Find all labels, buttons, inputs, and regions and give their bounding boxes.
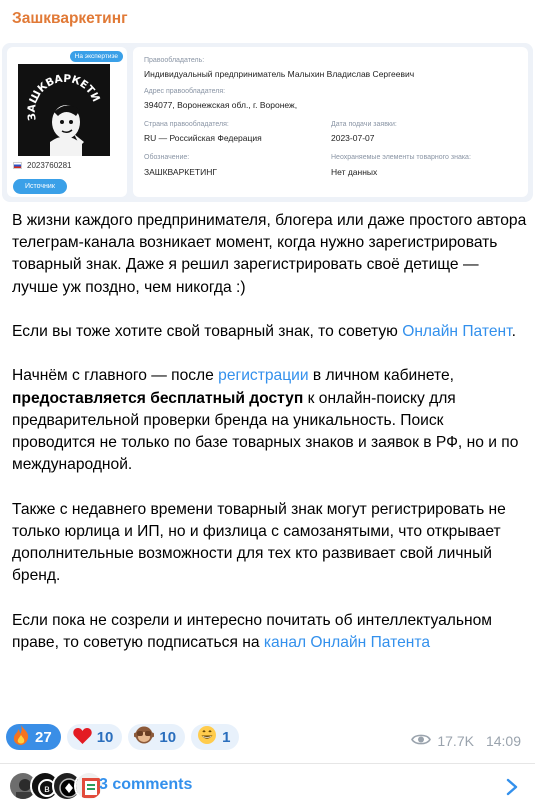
paragraph-4: Также с недавнего времени товарный знак …: [12, 500, 506, 585]
owner-value: Индивидуальный предприниматель Малыхин В…: [144, 69, 415, 79]
russian-flag-icon: [13, 162, 22, 169]
country-value: RU — Российская Федерация: [144, 133, 262, 143]
country-label: Страна правообладателя:: [144, 121, 229, 128]
unprotected-label: Неохраняемые элементы товарного знака:: [331, 154, 471, 161]
chevron-right-icon[interactable]: [505, 778, 519, 796]
designation-value: ЗАШКВАРКЕТИНГ: [144, 167, 217, 177]
filing-date-value: 2023-07-07: [331, 133, 375, 143]
reactions-bar: 27 10 10 1: [6, 724, 240, 750]
registration-link[interactable]: регистрации: [218, 367, 308, 384]
reaction-heart[interactable]: 10: [66, 724, 123, 750]
paragraph-5: Если пока не созрели и интересно почитат…: [12, 611, 493, 651]
fire-icon: [12, 725, 30, 749]
see-no-evil-monkey-icon: [133, 725, 155, 749]
heart-icon: [72, 727, 92, 748]
filing-date-label: Дата подачи заявки:: [331, 121, 397, 128]
comments-bar[interactable]: в 3 comments: [0, 764, 535, 809]
status-badge: На экспертизе: [69, 51, 123, 62]
post-meta: 17.7K 14:09: [411, 733, 521, 749]
reaction-monkey[interactable]: 10: [128, 724, 186, 750]
post-text: В жизни каждого предпринимателя, блогера…: [12, 210, 527, 676]
registration-number: 2023760281: [27, 161, 72, 170]
address-label: Адрес правообладателя:: [144, 88, 226, 95]
reaction-count: 27: [35, 728, 52, 746]
channel-link[interactable]: канал Онлайн Патента: [264, 634, 430, 651]
paragraph-1: В жизни каждого предпринимателя, блогера…: [12, 212, 527, 296]
owner-label: Правообладатель:: [144, 57, 205, 64]
designation-label: Обозначение:: [144, 154, 190, 161]
paragraph-2: Если вы тоже хотите свой товарный знак, …: [12, 323, 516, 340]
comments-link[interactable]: 3 comments: [99, 776, 192, 794]
reaction-count: 1: [222, 728, 231, 746]
reaction-fire[interactable]: 27: [6, 724, 61, 750]
channel-post: Зашкваркетинг На экспертизе ЗАШКВАРКЕТИН…: [0, 0, 535, 809]
bold-free-access: предоставляется бесплатный доступ: [12, 389, 304, 407]
trademark-details-panel: Правообладатель: Индивидуальный предприн…: [133, 47, 528, 197]
view-count: 17.7K: [437, 733, 474, 749]
online-patent-link[interactable]: Онлайн Патент: [402, 323, 511, 340]
unprotected-value: Нет данных: [331, 167, 378, 177]
trademark-card-image[interactable]: На экспертизе ЗАШКВАРКЕТИНГ: [2, 43, 533, 202]
svg-text:в: в: [44, 784, 50, 795]
commenter-avatars: в: [8, 771, 104, 801]
post-time: 14:09: [485, 733, 521, 749]
trademark-logo-panel: На экспертизе ЗАШКВАРКЕТИНГ: [7, 47, 127, 197]
reaction-grin[interactable]: 1: [191, 724, 240, 750]
eye-icon: [411, 733, 432, 749]
source-button[interactable]: Источник: [13, 179, 67, 194]
brand-logo: ЗАШКВАРКЕТИНГ: [14, 55, 110, 156]
address-value: 394077, Воронежская обл., г. Воронеж,: [144, 100, 298, 110]
paragraph-3: Начнём с главного — после регистрации в …: [12, 367, 519, 474]
reaction-count: 10: [96, 728, 114, 746]
reaction-count: 10: [159, 728, 177, 746]
channel-name[interactable]: Зашкваркетинг: [12, 10, 128, 28]
grinning-face-icon: [197, 725, 217, 749]
